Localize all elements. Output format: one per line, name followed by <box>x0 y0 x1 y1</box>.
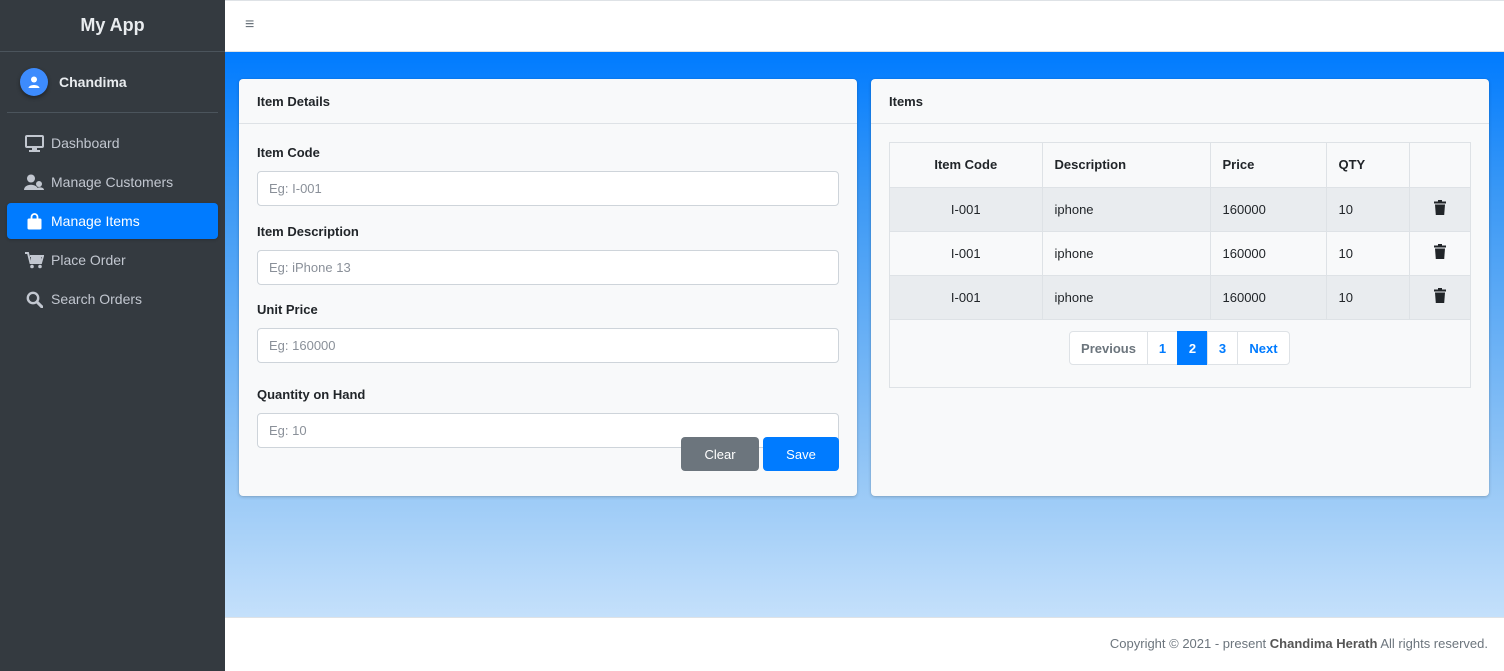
cell-actions <box>1409 231 1470 276</box>
sidebar-item-label: Search Orders <box>51 291 143 307</box>
cart-icon <box>24 251 44 269</box>
items-table-container: Item Code Description Price QTY I-001 ip… <box>889 142 1471 388</box>
table-header-row: Item Code Description Price QTY <box>890 143 1470 188</box>
items-title: Items <box>871 79 1489 124</box>
copyright-prefix: Copyright © 2021 - present <box>1109 636 1267 651</box>
user-avatar-icon <box>20 68 48 96</box>
item-form: Item Code Item Description Unit Price Qu… <box>239 124 857 448</box>
user-panel[interactable]: Chandima <box>7 52 218 113</box>
item-description-label: Item Description <box>257 224 359 239</box>
copyright-author[interactable]: Chandima Herath <box>1270 636 1378 651</box>
cell-qty: 10 <box>1326 187 1410 232</box>
cell-description: iphone <box>1042 275 1211 320</box>
items-card: Items Item Code Description Price QTY I-… <box>871 79 1489 496</box>
sidebar-nav: Dashboard Manage Customers Manage Items … <box>0 125 225 317</box>
cell-qty: 10 <box>1326 275 1410 320</box>
app-brand[interactable]: My App <box>0 0 225 52</box>
quantity-on-hand-label: Quantity on Hand <box>257 387 366 402</box>
table-row[interactable]: I-001 iphone 160000 10 <box>890 275 1470 320</box>
pagination-previous[interactable]: Previous <box>1069 331 1148 365</box>
item-details-card: Item Details Item Code Item Description … <box>239 79 857 496</box>
column-header-price[interactable]: Price <box>1210 143 1327 188</box>
app-title: My App <box>80 15 145 35</box>
cell-item-code: I-001 <box>890 187 1043 232</box>
sidebar-item-label: Manage Items <box>51 213 140 229</box>
cell-actions <box>1409 187 1470 232</box>
items-table: Item Code Description Price QTY I-001 ip… <box>890 143 1470 320</box>
cell-actions <box>1409 275 1470 320</box>
item-code-input[interactable] <box>257 171 839 206</box>
unit-price-label: Unit Price <box>257 302 318 317</box>
pagination-page-3[interactable]: 3 <box>1207 331 1238 365</box>
column-header-qty[interactable]: QTY <box>1326 143 1410 188</box>
cell-item-code: I-001 <box>890 231 1043 276</box>
cell-item-code: I-001 <box>890 275 1043 320</box>
user-name: Chandima <box>59 74 127 90</box>
table-row[interactable]: I-001 iphone 160000 10 <box>890 231 1470 276</box>
trash-icon[interactable] <box>1433 288 1446 303</box>
copyright-suffix: All rights reserved. <box>1380 636 1488 651</box>
sidebar-item-label: Dashboard <box>51 135 120 151</box>
column-header-description[interactable]: Description <box>1042 143 1211 188</box>
cell-price: 160000 <box>1210 187 1327 232</box>
unit-price-input[interactable] <box>257 328 839 363</box>
monitor-icon <box>24 134 44 152</box>
footer: Copyright © 2021 - present Chandima Hera… <box>225 617 1504 671</box>
users-icon <box>24 173 44 191</box>
pagination-page-1[interactable]: 1 <box>1147 331 1178 365</box>
item-code-label: Item Code <box>257 145 320 160</box>
item-description-input[interactable] <box>257 250 839 285</box>
sidebar-item-place-order[interactable]: Place Order <box>7 242 218 278</box>
sidebar-item-label: Place Order <box>51 252 126 268</box>
cell-description: iphone <box>1042 231 1211 276</box>
save-button[interactable]: Save <box>763 437 839 471</box>
cell-price: 160000 <box>1210 231 1327 276</box>
sidebar-item-dashboard[interactable]: Dashboard <box>7 125 218 161</box>
content-area: Item Details Item Code Item Description … <box>225 52 1504 617</box>
copyright-text: Copyright © 2021 - present Chandima Hera… <box>1110 636 1488 651</box>
column-header-item-code[interactable]: Item Code <box>890 143 1043 188</box>
sidebar-item-manage-customers[interactable]: Manage Customers <box>7 164 218 200</box>
cell-qty: 10 <box>1326 231 1410 276</box>
sidebar-item-search-orders[interactable]: Search Orders <box>7 281 218 317</box>
trash-icon[interactable] <box>1433 200 1446 215</box>
sidebar: My App Chandima Dashboard Manage Custome… <box>0 0 225 671</box>
search-icon <box>24 290 44 308</box>
pagination-next[interactable]: Next <box>1237 331 1290 365</box>
trash-icon[interactable] <box>1433 244 1446 259</box>
cell-description: iphone <box>1042 187 1211 232</box>
form-actions: Clear Save <box>681 437 839 471</box>
sidebar-item-label: Manage Customers <box>51 174 174 190</box>
item-details-title: Item Details <box>239 79 857 124</box>
pagination-page-2[interactable]: 2 <box>1177 331 1208 365</box>
column-header-actions <box>1409 143 1470 188</box>
shopping-bag-icon <box>24 212 44 230</box>
cell-price: 160000 <box>1210 275 1327 320</box>
top-navbar: ≡ <box>225 0 1504 52</box>
sidebar-item-manage-items[interactable]: Manage Items <box>7 203 218 239</box>
hamburger-icon[interactable]: ≡ <box>245 17 259 33</box>
pagination: Previous 1 2 3 Next <box>1069 331 1290 365</box>
table-row[interactable]: I-001 iphone 160000 10 <box>890 187 1470 232</box>
clear-button[interactable]: Clear <box>681 437 759 471</box>
